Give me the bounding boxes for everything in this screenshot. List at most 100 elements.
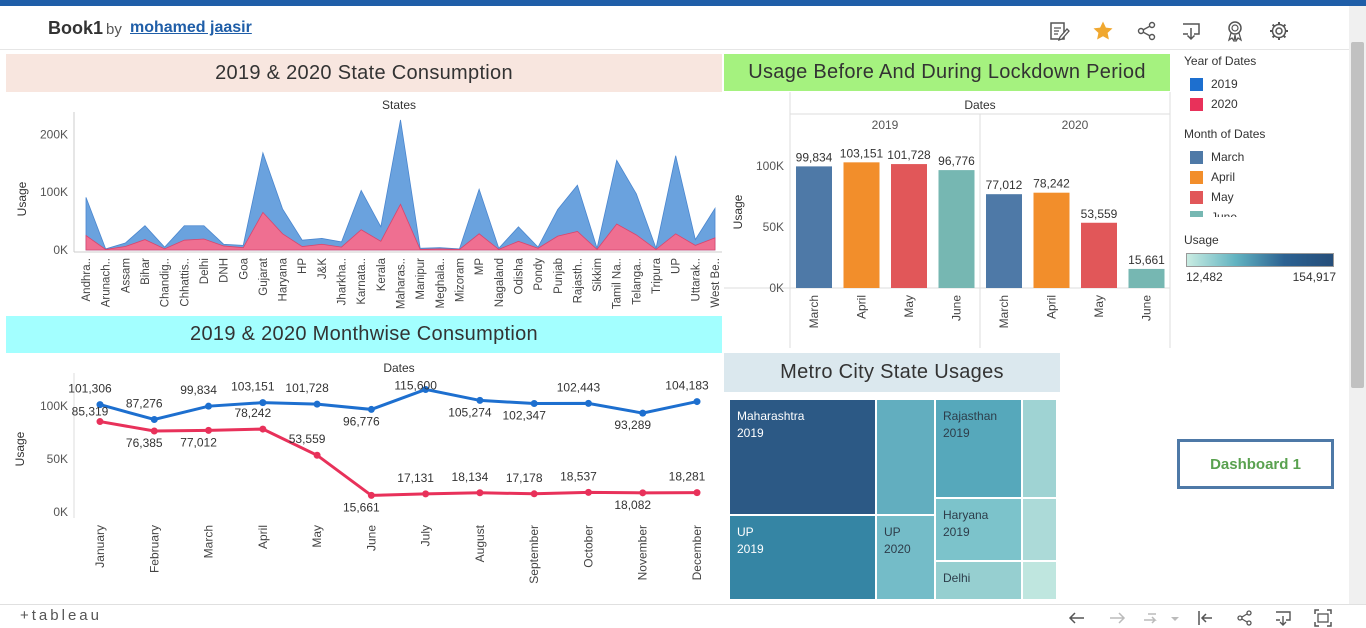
month-chart-header: Dates bbox=[383, 361, 414, 375]
line-point-2020 bbox=[530, 490, 538, 498]
share-icon[interactable] bbox=[1136, 20, 1158, 42]
line-value-label: 96,776 bbox=[343, 414, 380, 428]
scrollbar-thumb[interactable] bbox=[1351, 42, 1364, 388]
treemap-cell[interactable] bbox=[1023, 400, 1056, 497]
state-category-label: Arunach.. bbox=[101, 258, 113, 307]
workbook-title: Book1 bbox=[48, 18, 104, 38]
line-month-label: December bbox=[690, 525, 704, 580]
state-area-chart[interactable]: States Usage 200K 100K 0K Andhra.. Arunach.… bbox=[0, 92, 724, 314]
state-category-label: Karnata.. bbox=[356, 258, 368, 305]
year-legend-item[interactable]: 2020 bbox=[1184, 94, 1344, 114]
share-icon[interactable] bbox=[1236, 609, 1254, 627]
treemap-state-name: Delhi bbox=[943, 571, 971, 585]
treemap-cell[interactable] bbox=[1023, 562, 1056, 599]
line-value-label: 101,728 bbox=[285, 381, 329, 395]
reset-icon[interactable] bbox=[1196, 609, 1214, 627]
line-value-label: 77,012 bbox=[180, 435, 217, 449]
treemap-cell[interactable]: Delhi bbox=[936, 562, 1021, 599]
month-legend-item[interactable]: June bbox=[1184, 207, 1344, 217]
line-value-label: 15,661 bbox=[343, 500, 380, 514]
treemap-cell[interactable] bbox=[1023, 499, 1056, 560]
vertical-scrollbar[interactable] bbox=[1349, 6, 1366, 604]
bar-2020-june bbox=[1128, 268, 1165, 288]
download-icon[interactable] bbox=[1180, 20, 1202, 42]
treemap-cell[interactable]: UP 2019 bbox=[730, 516, 875, 599]
tableau-viewer: Book1 by mohamed jaasir 2019 & 2020 Stat… bbox=[0, 0, 1366, 628]
redo-icon[interactable] bbox=[1108, 609, 1126, 627]
settings-gear-icon[interactable] bbox=[1268, 20, 1290, 42]
state-category-label: Chandig.. bbox=[160, 258, 172, 307]
state-y-tick: 0K bbox=[53, 243, 68, 257]
treemap-state-name: Haryana bbox=[943, 508, 989, 522]
state-category-label: Odisha bbox=[513, 257, 525, 294]
treemap-cell-label: UP 2019 bbox=[737, 524, 764, 558]
state-chart-ylabel: Usage bbox=[15, 181, 29, 216]
treemap-year: 2019 bbox=[737, 542, 764, 556]
bar-value-label: 99,834 bbox=[796, 150, 833, 164]
state-category-label: J&K bbox=[317, 258, 329, 279]
lockdown-chart-title: Usage Before And During Lockdown Period bbox=[724, 54, 1170, 91]
favorite-star-icon[interactable] bbox=[1092, 20, 1114, 42]
line-value-label: 78,242 bbox=[234, 406, 271, 420]
legend-label: 2019 bbox=[1211, 77, 1238, 91]
line-point-2019 bbox=[584, 399, 592, 407]
bar-2020-april bbox=[1033, 192, 1070, 288]
line-point-2020 bbox=[422, 490, 430, 498]
line-month-label: April bbox=[256, 525, 270, 549]
treemap-year: 2020 bbox=[884, 542, 911, 556]
treemap-cell[interactable] bbox=[877, 400, 934, 514]
lockdown-bar-chart[interactable]: Dates Usage 2019 2020 100K 50K 0K 99,834 103… bbox=[724, 92, 1174, 348]
fullscreen-icon[interactable] bbox=[1314, 609, 1332, 627]
line-point-2020 bbox=[639, 489, 647, 497]
bar-y-tick: 0K bbox=[769, 281, 784, 295]
line-point-2019 bbox=[693, 398, 701, 406]
line-point-2019 bbox=[313, 400, 321, 408]
edit-icon[interactable] bbox=[1048, 20, 1070, 42]
month-legend-title: Month of Dates bbox=[1184, 127, 1266, 141]
state-category-label: Rajasth.. bbox=[572, 258, 584, 303]
treemap-cell[interactable]: Rajasthan 2019 bbox=[936, 400, 1021, 497]
bar-y-tick: 100K bbox=[756, 159, 784, 173]
treemap-cell[interactable]: Haryana 2019 bbox=[936, 499, 1021, 560]
metro-treemap[interactable]: Maharashtra 2019 Rajasthan 2019 UP 2019 UP 2020… bbox=[730, 400, 1057, 599]
state-category-label: Tripura bbox=[651, 257, 663, 294]
treemap-cell[interactable]: UP 2020 bbox=[877, 516, 934, 599]
dashboard-1-button[interactable]: Dashboard 1 bbox=[1177, 439, 1334, 489]
revert-dropdown-icon[interactable] bbox=[1170, 609, 1180, 627]
year-legend-item[interactable]: 2019 bbox=[1184, 74, 1344, 94]
month-line-chart[interactable]: Dates Usage 100K 50K 0K 101,306 87,276 99,83… bbox=[0, 353, 724, 604]
state-category-label: Bihar bbox=[140, 258, 152, 285]
download-icon[interactable] bbox=[1274, 609, 1292, 627]
undo-icon[interactable] bbox=[1068, 609, 1086, 627]
line-point-2020 bbox=[150, 427, 158, 435]
author-link[interactable]: mohamed jaasir bbox=[130, 19, 252, 37]
legend-swatch bbox=[1190, 97, 1203, 111]
treemap-year: 2019 bbox=[943, 426, 970, 440]
line-value-label: 18,082 bbox=[614, 498, 651, 512]
bar-month-label: June bbox=[1140, 295, 1154, 321]
state-y-tick: 200K bbox=[40, 127, 68, 141]
revert-icon[interactable] bbox=[1142, 609, 1160, 627]
month-legend-item[interactable]: May bbox=[1184, 187, 1344, 207]
state-category-label: Meghala.. bbox=[435, 258, 447, 309]
lockdown-chart-ylabel: Usage bbox=[731, 194, 745, 229]
state-category-label: Andhra.. bbox=[81, 258, 93, 301]
line-month-label: January bbox=[93, 525, 107, 568]
line-month-label: March bbox=[202, 525, 216, 558]
line-value-label: 99,834 bbox=[180, 383, 217, 397]
line-point-2020 bbox=[367, 491, 375, 499]
treemap-state-name: Maharashtra bbox=[737, 409, 805, 423]
treemap-state-name: Rajasthan bbox=[943, 409, 998, 423]
month-legend-item[interactable]: April bbox=[1184, 167, 1344, 187]
line-point-2019 bbox=[150, 415, 158, 423]
month-legend-item[interactable]: March bbox=[1184, 147, 1344, 167]
line-y-tick: 50K bbox=[47, 452, 68, 466]
bar-month-label: May bbox=[902, 295, 916, 318]
state-category-label: West Be.. bbox=[710, 258, 722, 308]
treemap-cell[interactable]: Maharashtra 2019 bbox=[730, 400, 875, 514]
legend-label: 2020 bbox=[1211, 97, 1238, 111]
badge-icon[interactable] bbox=[1224, 20, 1246, 43]
bar-value-label: 77,012 bbox=[986, 178, 1023, 192]
line-month-label: September bbox=[527, 525, 541, 584]
state-category-label: MP bbox=[474, 258, 486, 276]
